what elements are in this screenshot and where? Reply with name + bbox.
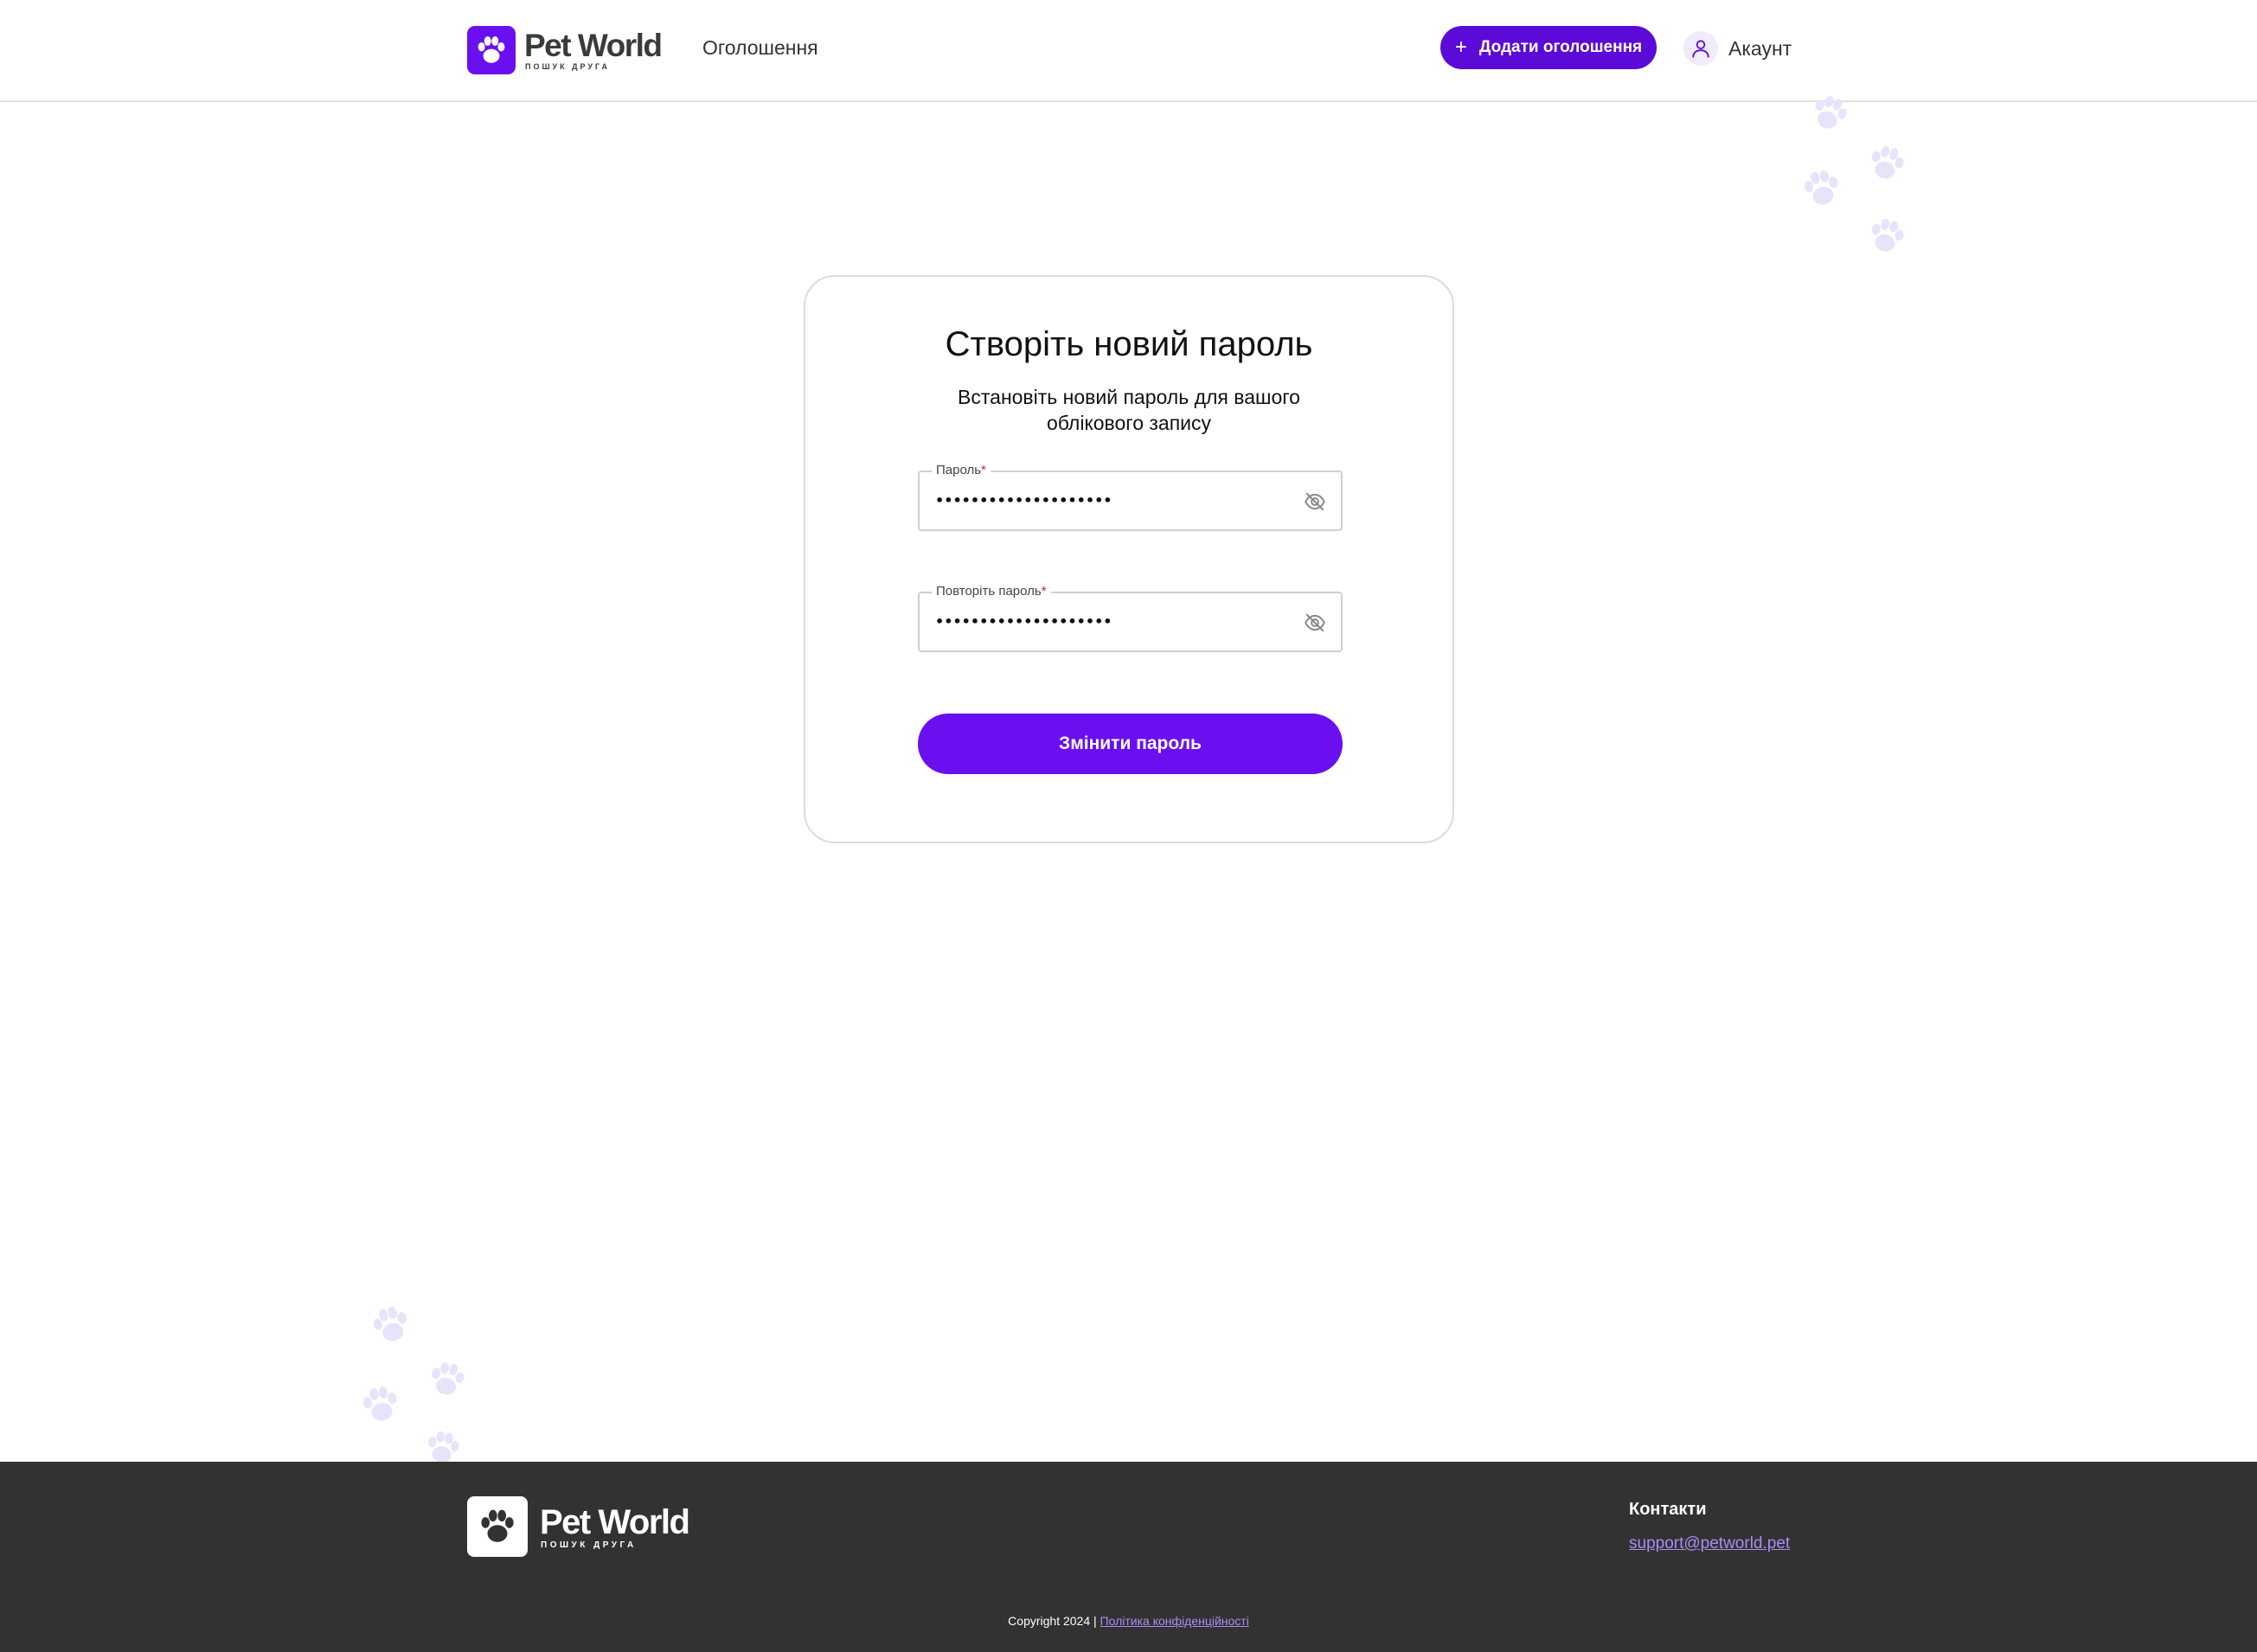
footer-logo[interactable]: Pet World ПОШУК ДРУГА	[467, 1496, 690, 1557]
paw-print-icon	[1802, 168, 1842, 208]
paw-logo-icon	[467, 26, 516, 74]
paw-print-icon	[1867, 216, 1907, 256]
repeat-password-input[interactable]	[935, 609, 1281, 635]
eye-off-icon[interactable]	[1303, 611, 1327, 635]
nav-link-ads[interactable]: Оголошення	[702, 36, 818, 60]
required-mark: *	[1041, 584, 1047, 599]
account-label: Акаунт	[1728, 36, 1792, 60]
copyright: Copyright 2024 | Політика конфіденційнос…	[0, 1614, 2257, 1628]
password-label: Пароль*	[932, 463, 991, 478]
contacts-heading: Контакти	[1629, 1500, 1707, 1519]
site-header: Pet World ПОШУК ДРУГА Оголошення + Додат…	[0, 0, 2257, 102]
site-footer: Pet World ПОШУК ДРУГА Контакти support@p…	[0, 1462, 2257, 1652]
paw-print-icon	[361, 1384, 401, 1424]
eye-off-icon[interactable]	[1303, 490, 1327, 514]
paw-print-icon	[1867, 144, 1907, 183]
paw-print-icon	[1810, 93, 1850, 133]
required-mark: *	[981, 463, 986, 477]
password-input[interactable]	[935, 488, 1281, 514]
add-listing-button[interactable]: + Додати оголошення	[1440, 26, 1657, 69]
paw-print-icon	[370, 1304, 412, 1345]
logo-name: Pet World	[524, 28, 663, 63]
change-password-button[interactable]: Змінити пароль	[918, 714, 1343, 774]
privacy-policy-link[interactable]: Політика конфіденційності	[1100, 1614, 1249, 1628]
add-listing-label: Додати оголошення	[1478, 38, 1643, 56]
repeat-password-field[interactable]: Повторіть пароль*	[918, 584, 1343, 652]
page-title: Створіть новий пароль	[945, 325, 1313, 363]
password-field[interactable]: Пароль*	[918, 463, 1343, 531]
reset-password-card: Створіть новий пароль Встановіть новий п…	[804, 275, 1454, 843]
page-subtitle: Встановіть новий пароль для вашого облік…	[958, 386, 1300, 434]
support-email-link[interactable]: support@petworld.pet	[1629, 1534, 1790, 1553]
paw-logo-icon	[467, 1496, 528, 1557]
account-menu[interactable]: Акаунт	[1683, 31, 1792, 66]
repeat-password-label: Повторіть пароль*	[932, 584, 1051, 599]
logo-tagline: ПОШУК ДРУГА	[525, 62, 611, 71]
plus-icon: +	[1454, 35, 1467, 59]
copyright-text: Copyright 2024 |	[1008, 1614, 1097, 1628]
user-icon	[1683, 31, 1718, 66]
header-logo[interactable]: Pet World ПОШУК ДРУГА	[467, 26, 663, 74]
footer-logo-tagline: ПОШУК ДРУГА	[541, 1540, 637, 1550]
footer-logo-name: Pet World	[540, 1502, 690, 1541]
paw-print-icon	[428, 1360, 466, 1398]
